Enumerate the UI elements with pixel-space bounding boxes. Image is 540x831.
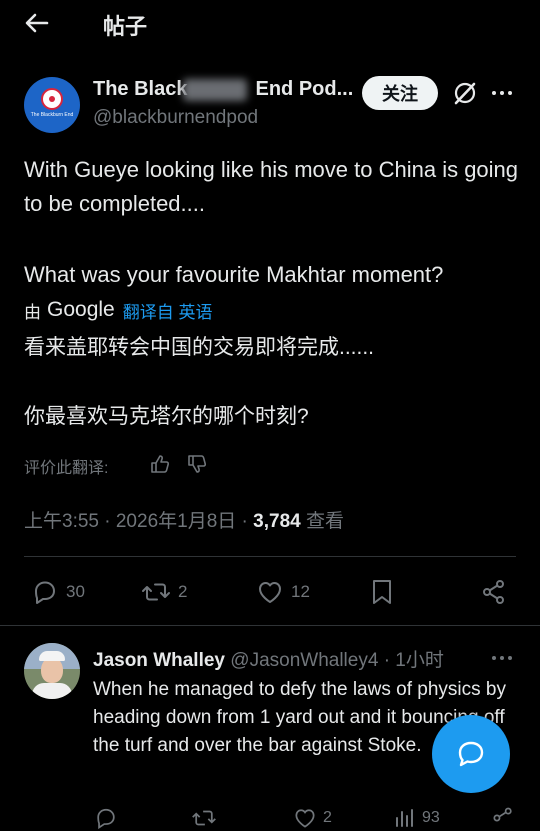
divider <box>0 625 540 626</box>
author-handle[interactable]: @blackburnendpod <box>93 107 258 129</box>
share-icon <box>493 807 512 822</box>
reply-count: 30 <box>66 582 85 601</box>
repost-icon <box>192 810 216 826</box>
post-text-line2: What was your favourite Makhtar moment? <box>24 262 444 287</box>
reply-views-count: 93 <box>422 809 440 826</box>
translation-attribution: 由 Google 翻译自 英语 <box>24 296 212 324</box>
reply-reply-button[interactable] <box>93 806 124 830</box>
like-button[interactable]: 12 <box>255 576 310 608</box>
reply-share-button[interactable] <box>490 806 521 830</box>
like-count: 12 <box>291 582 310 601</box>
reply-icon <box>35 581 55 604</box>
heart-icon <box>295 809 315 828</box>
translated-text-line1: 看来盖耶转会中国的交易即将完成...... <box>24 336 375 359</box>
views-count: 3,784 <box>253 511 301 532</box>
chat-bubble-icon <box>458 741 484 767</box>
more-options-icon[interactable] <box>490 82 514 104</box>
heart-icon <box>259 582 281 603</box>
thumbs-down-icon[interactable] <box>186 453 208 475</box>
analytics-icon <box>396 809 413 827</box>
logo-badge-icon <box>41 88 63 110</box>
bookmark-icon <box>373 580 391 604</box>
reply-views-button[interactable]: 93 <box>393 806 440 830</box>
avatar-logo-text: The Blackburn End <box>30 112 74 118</box>
reply-more-options-icon[interactable] <box>490 648 514 668</box>
translated-from-link[interactable]: 翻译自 英语 <box>123 298 213 323</box>
google-logo: Google <box>47 298 115 321</box>
back-arrow-icon[interactable] <box>22 8 52 38</box>
reply-icon <box>97 808 115 830</box>
translated-text-line2: 你最喜欢马克塔尔的哪个时刻? <box>24 405 309 428</box>
share-icon <box>483 580 504 604</box>
thumbs-up-icon[interactable] <box>149 453 171 475</box>
translation-prefix: 由 <box>24 302 41 322</box>
bookmark-button[interactable] <box>368 576 402 608</box>
author-avatar[interactable]: The Blackburn End <box>24 77 80 133</box>
reply-handle-time: @JasonWhalley4 · 1小时 <box>225 650 444 671</box>
repost-icon <box>142 583 170 601</box>
divider <box>24 556 516 557</box>
repost-button[interactable]: 2 <box>140 576 187 608</box>
reply-author-avatar[interactable] <box>24 643 80 699</box>
views-label: 查看 <box>300 511 344 532</box>
reply-author-name: Jason Whalley <box>93 650 225 671</box>
share-button[interactable] <box>479 576 515 608</box>
reply-like-button[interactable]: 2 <box>292 806 332 830</box>
compose-reply-fab[interactable] <box>432 715 510 793</box>
post-text-line1: With Gueye looking like his move to Chin… <box>24 157 519 216</box>
post-timestamp: 上午3:55 · 2026年1月8日 · <box>24 511 254 532</box>
reply-like-count: 2 <box>323 809 332 826</box>
rate-translation-label: 评价此翻译: <box>24 460 109 477</box>
reply-author[interactable]: Jason Whalley @JasonWhalley4 · 1小时 <box>93 645 444 672</box>
reply-button[interactable]: 30 <box>30 576 85 608</box>
repost-count: 2 <box>178 582 188 601</box>
grok-icon[interactable] <box>452 80 478 106</box>
redacted-name-blur <box>183 79 247 101</box>
page-title: 帖子 <box>103 14 148 39</box>
follow-button[interactable]: 关注 <box>362 76 438 110</box>
post-timestamp-views: 上午3:55 · 2026年1月8日 · 3,784 查看 <box>24 506 344 533</box>
reply-repost-button[interactable] <box>190 806 223 830</box>
